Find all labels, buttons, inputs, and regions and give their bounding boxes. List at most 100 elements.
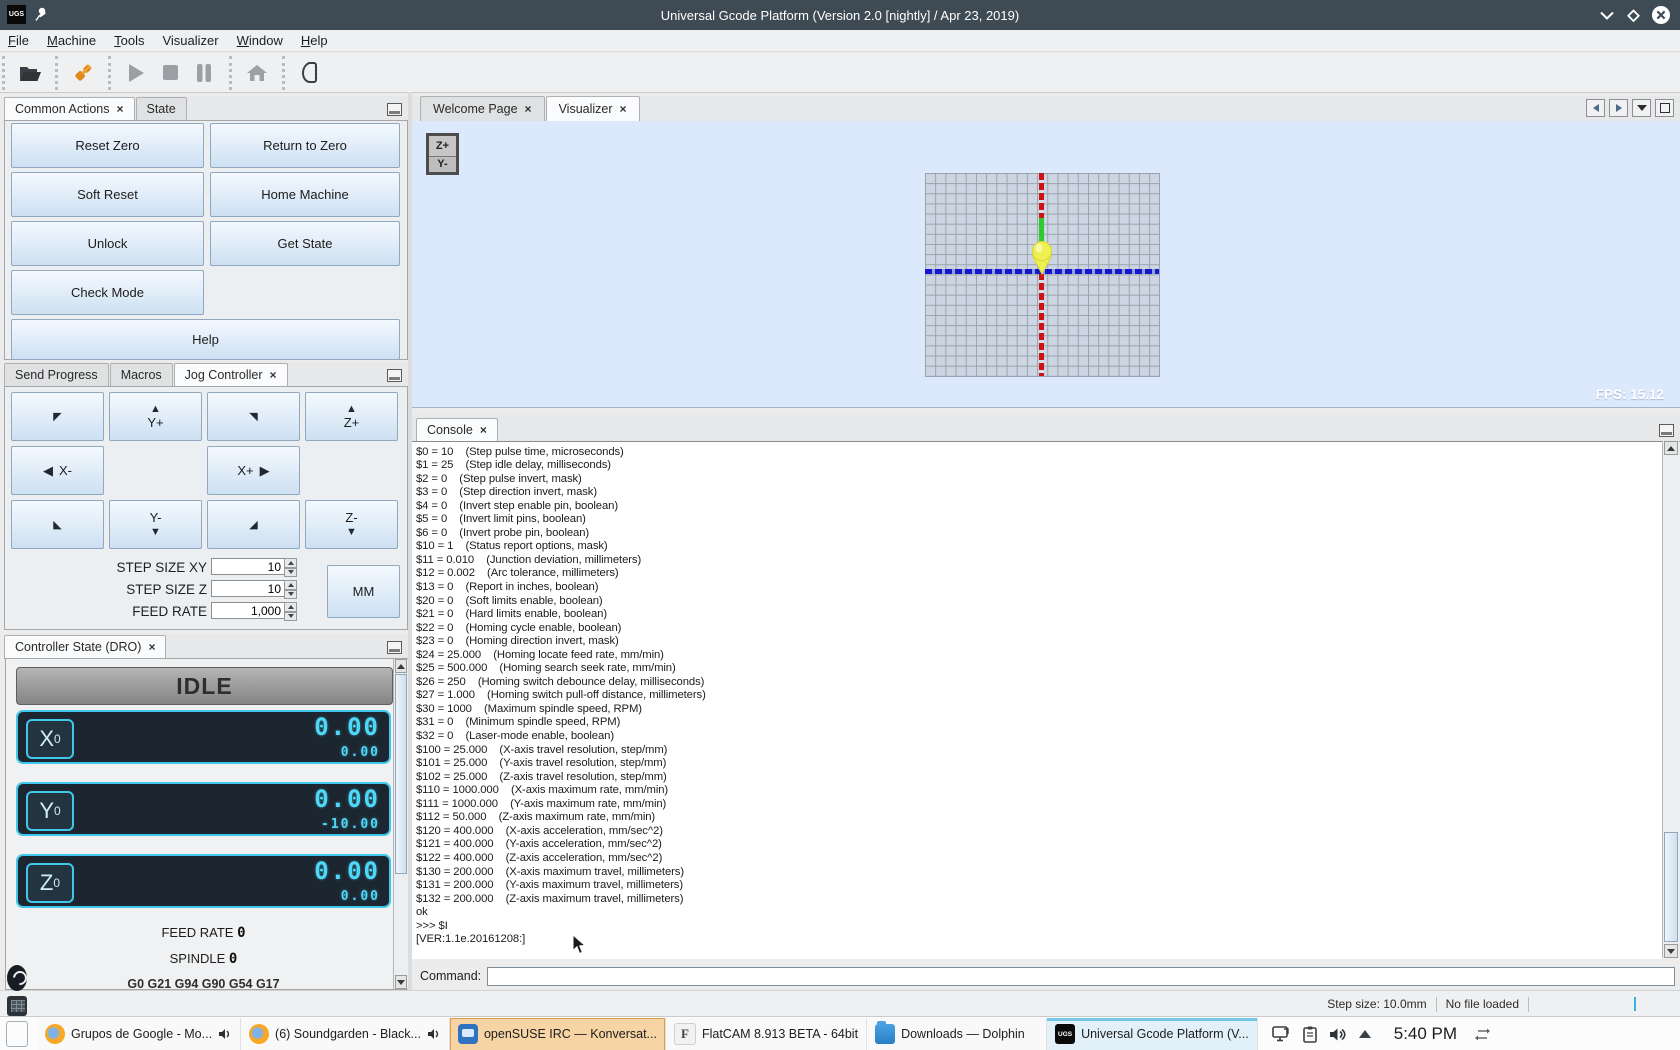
y-zero-button[interactable]: Y0 bbox=[26, 791, 74, 831]
console-line: $102 = 25.000 (Z-axis travel resolution,… bbox=[416, 770, 667, 783]
jog-x-minus-button[interactable]: ◀ X- bbox=[11, 446, 104, 495]
minimize-button[interactable] bbox=[1596, 4, 1618, 26]
tab-welcome-page[interactable]: Welcome Page × bbox=[420, 96, 545, 121]
volume-icon[interactable] bbox=[1329, 1027, 1346, 1042]
float-window-icon[interactable] bbox=[1659, 424, 1674, 437]
activity-switcher-icon[interactable] bbox=[1475, 1027, 1491, 1042]
units-toggle-button[interactable]: MM bbox=[327, 565, 400, 618]
float-window-icon[interactable] bbox=[387, 103, 402, 116]
taskbar-task[interactable]: Grupos de Google - Mo... bbox=[37, 1017, 242, 1050]
tab-state[interactable]: State bbox=[135, 97, 187, 120]
jog-diag-nw-button[interactable]: ◤ bbox=[11, 392, 104, 441]
play-button[interactable] bbox=[119, 57, 153, 89]
launcher-icon[interactable] bbox=[3, 964, 31, 992]
jog-z-plus-button[interactable]: ▲ Z+ bbox=[305, 392, 398, 441]
tab-controller-state[interactable]: Controller State (DRO) × bbox=[4, 635, 167, 658]
connect-button[interactable] bbox=[66, 57, 100, 89]
action-button[interactable]: Reset Zero bbox=[11, 123, 204, 168]
close-tab-icon[interactable]: × bbox=[116, 103, 123, 115]
step-size-z-stepper[interactable] bbox=[284, 580, 297, 599]
close-tab-icon[interactable]: × bbox=[525, 103, 532, 115]
action-button[interactable]: Get State bbox=[210, 221, 400, 266]
clock[interactable]: 5:40 PM bbox=[1394, 1024, 1457, 1044]
return-home-button[interactable] bbox=[240, 57, 274, 89]
jog-diag-ne-button[interactable]: ◥ bbox=[207, 392, 300, 441]
dro-scrollbar[interactable] bbox=[393, 659, 408, 989]
play-icon bbox=[129, 63, 144, 82]
console-scrollbar[interactable] bbox=[1662, 441, 1679, 958]
open-file-button[interactable] bbox=[13, 57, 47, 89]
help-button[interactable]: Help bbox=[11, 319, 400, 360]
console-line: $27 = 1.000 (Homing switch pull-off dist… bbox=[416, 689, 706, 702]
maximize-pane-button[interactable] bbox=[1655, 99, 1674, 117]
tab-send-progress[interactable]: Send Progress bbox=[4, 363, 109, 386]
menu-item[interactable]: Tools bbox=[114, 33, 154, 48]
pendant-button[interactable] bbox=[293, 57, 327, 89]
close-button[interactable] bbox=[1650, 4, 1672, 26]
action-button[interactable]: Home Machine bbox=[210, 172, 400, 217]
console-output[interactable]: >>> $$$0 = 10 (Step pulse time, microsec… bbox=[412, 441, 1662, 959]
taskbar-task[interactable]: (6) Soundgarden - Black... bbox=[241, 1017, 450, 1050]
jog-y-plus-button[interactable]: ▲ Y+ bbox=[109, 392, 202, 441]
close-tab-icon[interactable]: × bbox=[270, 369, 277, 381]
close-tab-icon[interactable]: × bbox=[480, 424, 487, 436]
desktop: UGS Universal Gcode Platform (Version 2.… bbox=[0, 0, 1680, 1050]
z-zero-button[interactable]: Z0 bbox=[26, 863, 74, 903]
action-button[interactable]: Soft Reset bbox=[11, 172, 204, 217]
window-title: Universal Gcode Platform (Version 2.0 [n… bbox=[660, 7, 1020, 23]
action-button[interactable]: Check Mode bbox=[11, 270, 204, 315]
launcher-icon[interactable] bbox=[3, 992, 31, 1020]
jog-diag-sw-button[interactable]: ◣ bbox=[11, 500, 104, 549]
taskbar-task[interactable]: openSUSE IRC — Konversat... bbox=[449, 1017, 666, 1050]
menu-item[interactable]: Help bbox=[301, 33, 338, 48]
console-line: $122 = 400.000 (Z-axis acceleration, mm/… bbox=[416, 851, 663, 864]
taskbar-task[interactable]: UGS Universal Gcode Platform (V... bbox=[1047, 1017, 1258, 1050]
clipboard-icon[interactable] bbox=[1302, 1026, 1317, 1043]
jog-y-minus-button[interactable]: Y- ▼ bbox=[109, 500, 202, 549]
tab-common-actions[interactable]: Common Actions × bbox=[4, 97, 135, 120]
cube-face-z: Z+ bbox=[435, 140, 450, 152]
scroll-tabs-left-button[interactable] bbox=[1586, 99, 1605, 117]
taskbar-task[interactable]: F FlatCAM 8.913 BETA - 64bit bbox=[665, 1017, 868, 1050]
network-monitor-icon[interactable] bbox=[1271, 1025, 1291, 1043]
close-tab-icon[interactable]: × bbox=[148, 641, 155, 653]
feed-rate-input[interactable] bbox=[211, 602, 285, 619]
launcher-icon[interactable] bbox=[3, 1020, 31, 1048]
close-tab-icon[interactable]: × bbox=[620, 103, 627, 115]
x-zero-button[interactable]: X0 bbox=[26, 719, 74, 759]
tray-expand-icon[interactable] bbox=[1358, 1029, 1372, 1039]
scroll-tabs-right-button[interactable] bbox=[1609, 99, 1628, 117]
float-window-icon[interactable] bbox=[387, 369, 402, 382]
menu-item[interactable]: Visualizer bbox=[162, 33, 228, 48]
jog-x-plus-button[interactable]: X+ ▶ bbox=[207, 446, 300, 495]
jog-diag-se-button[interactable]: ◢ bbox=[207, 500, 300, 549]
menu-item[interactable]: Window bbox=[237, 33, 293, 48]
jog-z-minus-button[interactable]: Z- ▼ bbox=[305, 500, 398, 549]
step-size-xy-stepper[interactable] bbox=[284, 558, 297, 577]
z-machine-position: 0.00 bbox=[340, 889, 380, 904]
tab-macros[interactable]: Macros bbox=[109, 363, 173, 386]
step-size-xy-input[interactable] bbox=[211, 558, 285, 575]
tab-jog-controller[interactable]: Jog Controller × bbox=[173, 363, 288, 386]
visualizer-canvas[interactable]: Z+ Y- FPS: 15.12 bbox=[412, 121, 1680, 408]
jog-grid-spacer bbox=[109, 446, 202, 495]
float-window-icon[interactable] bbox=[387, 641, 402, 654]
action-button[interactable]: Return to Zero bbox=[210, 123, 400, 168]
stop-button[interactable] bbox=[153, 57, 187, 89]
tab-visualizer[interactable]: Visualizer × bbox=[545, 96, 640, 121]
feed-rate-stepper[interactable] bbox=[284, 602, 297, 621]
action-button[interactable]: Unlock bbox=[11, 221, 204, 266]
step-size-z-label: STEP SIZE Z bbox=[126, 582, 207, 597]
taskbar-task[interactable]: Downloads — Dolphin bbox=[867, 1017, 1048, 1050]
pin-icon[interactable] bbox=[34, 6, 48, 22]
pause-button[interactable] bbox=[187, 57, 221, 89]
command-input[interactable] bbox=[487, 966, 1676, 986]
tab-list-dropdown-button[interactable] bbox=[1632, 99, 1651, 117]
menu-item[interactable]: File bbox=[8, 33, 39, 48]
orientation-cube[interactable]: Z+ Y- bbox=[426, 133, 459, 175]
tab-console[interactable]: Console × bbox=[416, 418, 498, 441]
menu-item[interactable]: Machine bbox=[47, 33, 106, 48]
step-size-z-input[interactable] bbox=[211, 580, 285, 597]
maximize-button[interactable] bbox=[1622, 4, 1644, 26]
audio-playing-icon bbox=[219, 1029, 230, 1039]
